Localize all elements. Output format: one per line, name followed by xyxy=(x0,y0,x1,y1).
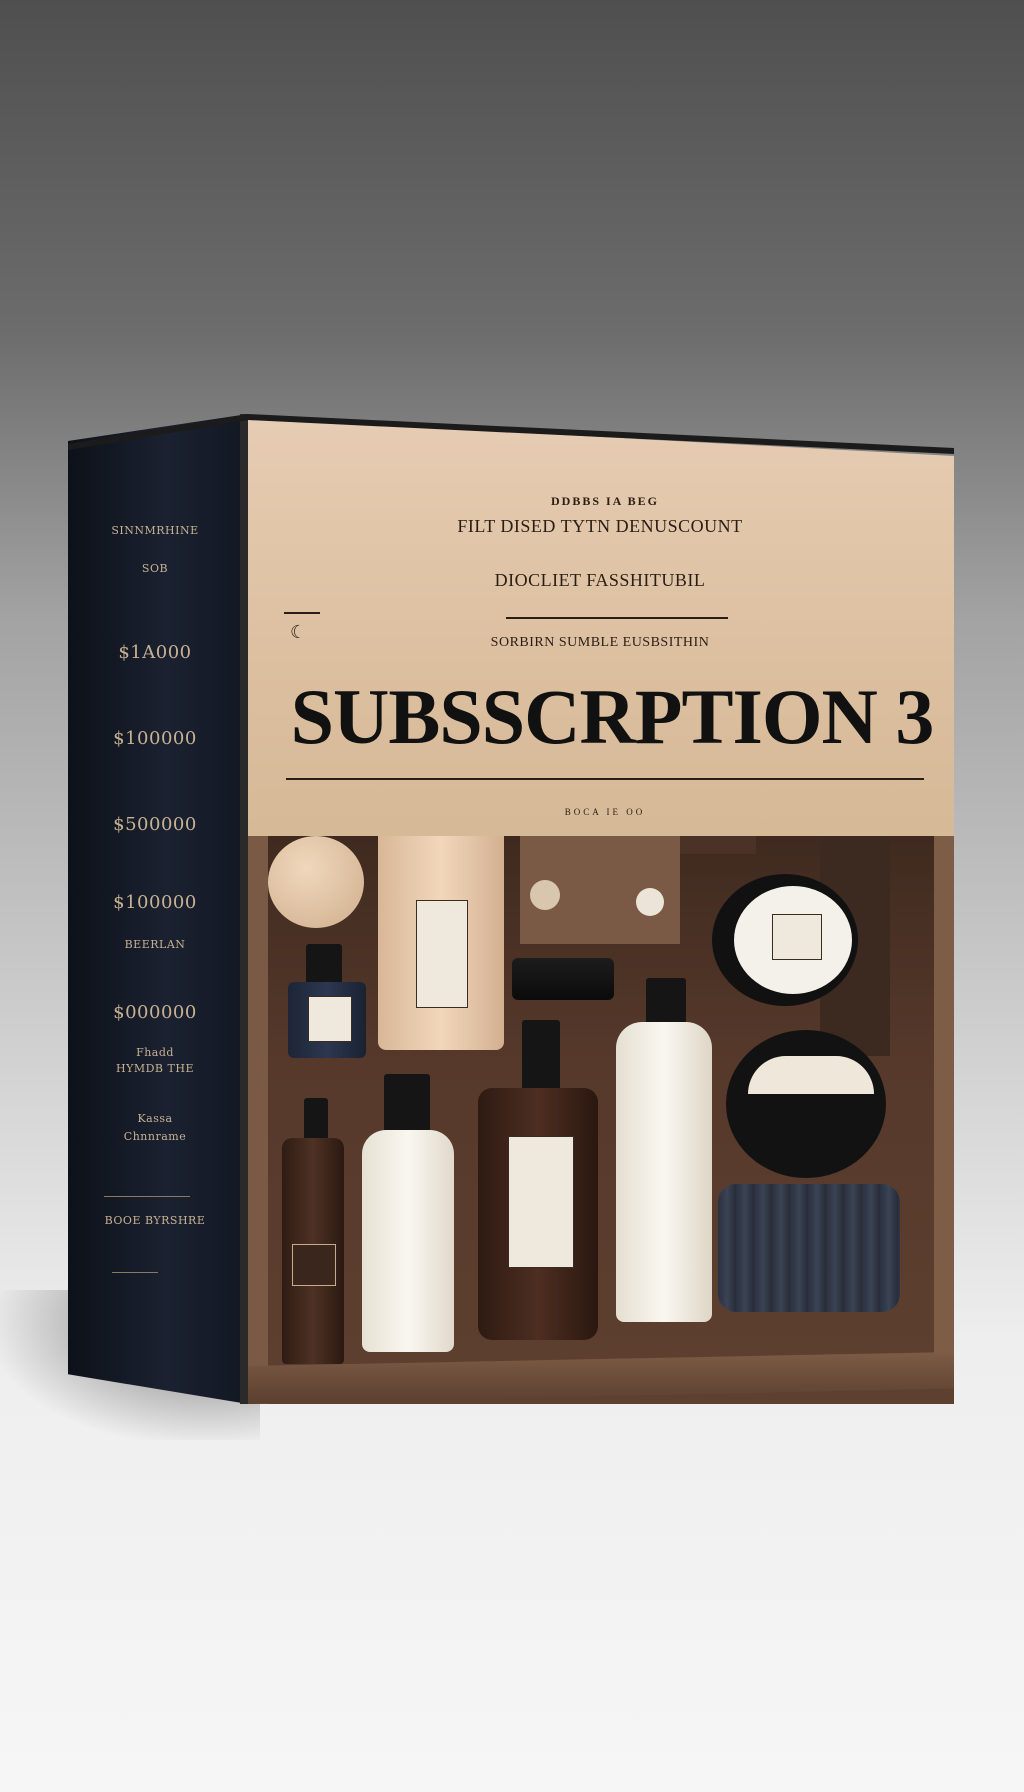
panel-line-1: FILT DISED TYTN DENUSCOUNT xyxy=(457,516,743,536)
spine-footer: BOOE BYRSHRE xyxy=(104,1214,206,1227)
spine-price-4: $100000 xyxy=(113,892,197,913)
navy-bottle-label xyxy=(308,996,352,1042)
folded-towel xyxy=(718,1184,900,1312)
black-compact xyxy=(512,958,614,1000)
spine-note-2b: Chnnrame xyxy=(123,1130,187,1143)
large-brown-bottle-label xyxy=(508,1136,574,1268)
compartment-shelf xyxy=(680,836,756,854)
round-jar-bottom xyxy=(726,1030,886,1178)
panel-rule-short xyxy=(506,617,728,619)
accessory-stud xyxy=(530,880,560,910)
round-jar-bottom-label xyxy=(748,1056,874,1094)
white-bottle-small xyxy=(362,1130,454,1352)
panel-bottom-text: BOCA IE OO xyxy=(564,807,646,817)
tall-pump-top xyxy=(646,978,686,1026)
round-jar-label xyxy=(772,914,822,960)
spine-rule-1 xyxy=(104,1196,190,1197)
spine-note-1a: Fhadd xyxy=(136,1046,174,1059)
spine-subheading: SOB xyxy=(141,562,169,575)
panel-line-2: DIOCLIET FASSHITUBIL xyxy=(494,570,706,590)
spine-price-1: $1A000 xyxy=(118,642,192,663)
panel-rule-left xyxy=(284,612,320,614)
small-brown-bottle-label xyxy=(292,1244,336,1286)
accessory-pebble xyxy=(636,888,664,916)
spine-price-5: $000000 xyxy=(113,1002,197,1023)
panel-line-3: SORBIRN SUMBLE EUSBSITHIN xyxy=(490,635,710,650)
interior-frame-left xyxy=(248,836,268,1404)
round-tin xyxy=(268,836,364,928)
tall-white-bottle xyxy=(616,1022,712,1322)
small-pump-top xyxy=(304,1098,328,1140)
spine-note-2a: Kassa xyxy=(137,1112,173,1125)
navy-bottle-cap xyxy=(306,944,342,984)
brown-pump xyxy=(522,1020,560,1090)
panel-rule-long xyxy=(286,778,924,780)
spine-small-label: BEERLAN xyxy=(124,938,186,951)
product-title: SUBSSCRPTION 3 xyxy=(290,673,935,760)
spine-price-2: $100000 xyxy=(113,728,197,749)
spine-price-3: $500000 xyxy=(113,814,197,835)
box-front-panel xyxy=(248,418,954,836)
spine-heading: SINNMRHINE xyxy=(111,524,199,537)
white-bottle-cap xyxy=(384,1074,430,1134)
moon-icon: ☾ xyxy=(290,622,307,642)
box-corner-edge xyxy=(240,414,248,1404)
spine-note-1b: HYMDB THE xyxy=(116,1062,194,1075)
panel-tagline: DDBBS IA BEG xyxy=(550,494,660,508)
spine-rule-2 xyxy=(112,1272,158,1273)
interior-frame-right xyxy=(934,836,954,1376)
tube-label xyxy=(416,900,468,1008)
